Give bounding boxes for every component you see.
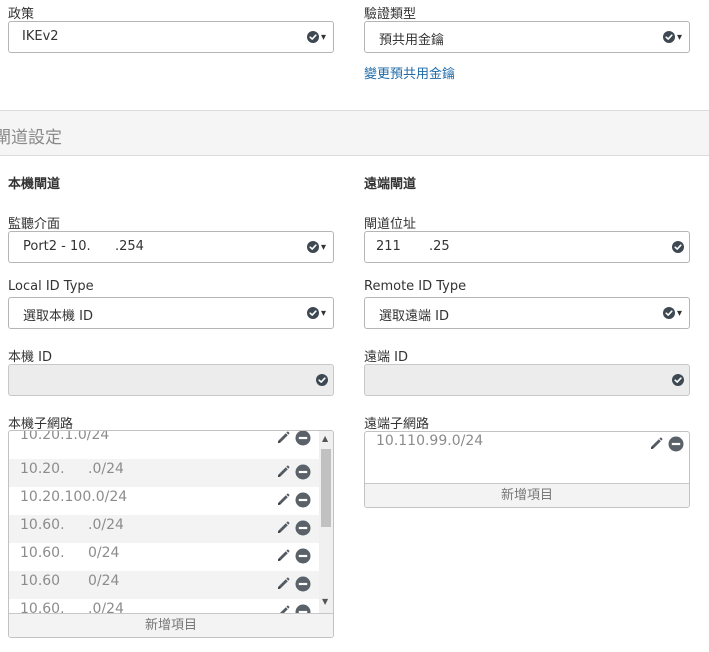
check-circle-icon [663, 307, 675, 319]
remote-add-item-button[interactable]: 新增項目 [365, 483, 689, 507]
local-id-input[interactable] [8, 364, 334, 396]
minus-circle-icon[interactable] [295, 548, 311, 564]
minus-circle-icon[interactable] [668, 436, 684, 452]
pencil-icon[interactable] [275, 431, 291, 446]
remote-subnets-label: 遠端子網路 [364, 417, 430, 432]
policy-label: 政策 [8, 7, 35, 22]
page: { "top": { "policy": { "label": "政策", "v… [0, 0, 709, 652]
listen-interface-select[interactable]: Port2 - 10. .254 ▾ [8, 231, 334, 263]
remote-id-label: 遠端 ID [364, 350, 408, 365]
check-circle-icon [307, 31, 319, 43]
list-item[interactable]: 10.60. .0/24 [9, 515, 319, 543]
local-add-item-button[interactable]: 新增項目 [9, 613, 333, 637]
minus-circle-icon[interactable] [295, 464, 311, 480]
list-item[interactable]: 10.60. 0/24 [9, 543, 319, 571]
list-item[interactable]: 10.110.99.0/24 [365, 432, 689, 459]
list-item[interactable]: 10.60 0/24 [9, 571, 319, 599]
remote-id-type-value: 選取遠端 ID [379, 309, 449, 324]
pencil-icon[interactable] [275, 464, 291, 480]
remote-id-type-label: Remote ID Type [364, 279, 467, 294]
gateway-address-input[interactable]: 211 .25 [364, 231, 690, 263]
caret-down-icon: ▾ [321, 32, 327, 43]
policy-select[interactable]: IKEv2 ▾ [8, 21, 334, 53]
subnet-text: 10.60. [20, 517, 65, 533]
policy-value: IKEv2 [22, 29, 59, 44]
scrollbar-thumb[interactable] [321, 449, 331, 527]
auth-type-select[interactable]: 預共用金鑰 ▾ [364, 21, 690, 53]
list-item[interactable]: 10.20. .0/24 [9, 459, 319, 487]
subnet-text-tail: .0/24 [88, 517, 124, 533]
local-id-type-value: 選取本機 ID [23, 309, 93, 324]
remote-subnets-list: 10.110.99.0/24 新增項目 [364, 431, 690, 508]
auth-type-label: 驗證類型 [364, 7, 417, 22]
remote-id-type-select[interactable]: 選取遠端 ID ▾ [364, 297, 690, 329]
section-title: 閘道設定 [0, 128, 62, 148]
listen-interface-value-part2: .254 [115, 239, 144, 254]
caret-down-icon: ▾ [677, 32, 683, 43]
scrollbar[interactable]: ▲ ▼ [319, 431, 333, 614]
pencil-icon[interactable] [648, 436, 664, 452]
check-circle-icon [672, 374, 684, 386]
check-circle-icon [307, 307, 319, 319]
check-circle-icon [672, 241, 684, 253]
pencil-icon[interactable] [275, 548, 291, 564]
minus-circle-icon[interactable] [295, 576, 311, 592]
subnet-text: 10.60 [20, 573, 61, 589]
listen-interface-value-part1: Port2 - 10. [23, 239, 91, 254]
gateway-address-label: 閘道位址 [364, 217, 417, 232]
local-id-label: 本機 ID [8, 350, 52, 365]
subnet-text: 10.20.100.0/24 [20, 489, 128, 505]
minus-circle-icon[interactable] [295, 520, 311, 536]
subnet-text-tail: 0/24 [88, 545, 120, 561]
gateway-settings-section: 閘道設定 [0, 110, 709, 156]
gateway-address-value-part1: 211 [376, 239, 401, 254]
list-item[interactable]: 10.20.100.0/24 [9, 487, 319, 515]
remote-id-input[interactable] [364, 364, 690, 396]
caret-down-icon: ▾ [677, 308, 683, 319]
scroll-down-arrow-icon[interactable]: ▼ [322, 597, 328, 606]
pencil-icon[interactable] [275, 520, 291, 536]
pencil-icon[interactable] [275, 492, 291, 508]
local-subnets-viewport: 10.20.1.0/24 10.20. .0/24 10.20.100.0/24… [9, 431, 319, 614]
caret-down-icon: ▾ [321, 308, 327, 319]
list-item[interactable]: 10.60. .0/24 [9, 599, 319, 614]
pencil-icon[interactable] [275, 576, 291, 592]
scroll-up-arrow-icon[interactable]: ▲ [322, 434, 328, 443]
gateway-address-value-part2: .25 [429, 239, 450, 254]
change-key-link[interactable]: 變更預共用金鑰 [364, 63, 455, 82]
subnet-text: 10.20. [20, 461, 65, 477]
local-id-type-label: Local ID Type [8, 279, 94, 294]
subnet-text: 10.110.99.0/24 [376, 433, 484, 449]
check-circle-icon [663, 31, 675, 43]
check-circle-icon [316, 374, 328, 386]
list-item[interactable]: 10.20.1.0/24 [9, 431, 319, 453]
minus-circle-icon[interactable] [295, 492, 311, 508]
listen-interface-label: 監聽介面 [8, 217, 61, 232]
local-gateway-heading: 本機閘道 [8, 177, 61, 192]
subnet-text: 10.60. [20, 545, 65, 561]
auth-type-value: 預共用金鑰 [379, 33, 445, 48]
minus-circle-icon[interactable] [295, 431, 311, 446]
check-circle-icon [307, 241, 319, 253]
remote-gateway-heading: 遠端閘道 [364, 177, 417, 192]
subnet-text: 10.20.1.0/24 [20, 431, 110, 443]
caret-down-icon: ▾ [321, 242, 327, 253]
local-id-type-select[interactable]: 選取本機 ID ▾ [8, 297, 334, 329]
subnet-text-tail: .0/24 [88, 461, 124, 477]
local-subnets-list: 10.20.1.0/24 10.20. .0/24 10.20.100.0/24… [8, 430, 334, 638]
subnet-text-tail: 0/24 [88, 573, 120, 589]
